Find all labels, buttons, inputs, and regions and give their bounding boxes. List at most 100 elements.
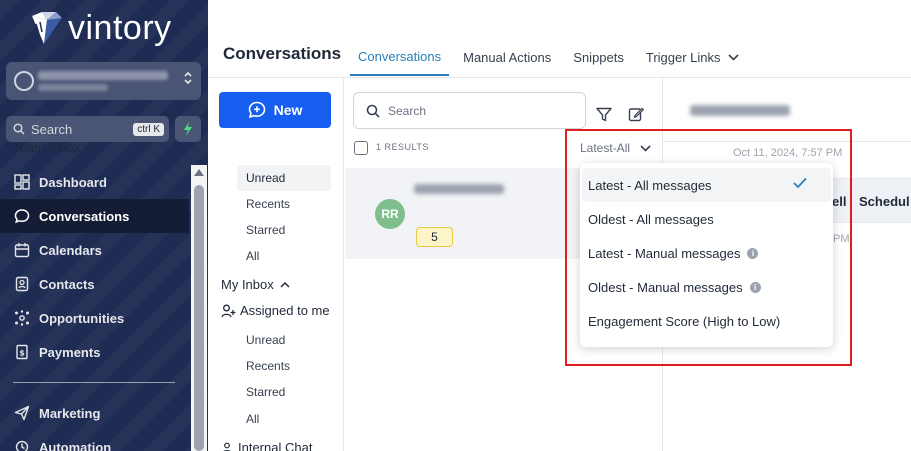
team-inbox-label: Team Inbox [13,140,81,155]
assigned-to-me-toggle[interactable]: Assigned to me [221,303,330,318]
inbox-item-label: All [246,249,260,263]
sidebar-divider [13,382,175,383]
sidebar-item-dashboard[interactable]: Dashboard [0,165,208,199]
scrollbar-thumb[interactable] [194,185,204,451]
inbox-item-label: Starred [246,385,286,399]
vintory-logo-icon [30,10,64,46]
chat-icon [13,207,31,225]
chevron-updown-icon [183,70,193,89]
sidebar-nav: Dashboard Conversations Calendars Contac… [0,165,208,369]
new-button-label: New [273,102,303,118]
conversation-search-input[interactable]: Search [353,92,586,129]
internal-chat-label: Internal Chat [238,440,313,451]
team-inbox-all[interactable]: All [237,243,331,269]
quick-actions-button[interactable] [175,116,201,142]
page-title: Conversations [223,44,342,63]
inbox-item-label: Recents [246,197,291,211]
tab-label: Manual Actions [463,49,552,65]
account-name-redacted [38,71,168,80]
inbox-item-label: Unread [246,171,286,185]
tab-label: Conversations [358,48,442,64]
send-icon [13,404,31,422]
detail-contact-name-redacted [690,105,790,116]
chevron-up-icon [86,144,96,151]
contacts-icon [13,275,31,293]
select-all-checkbox[interactable] [354,141,368,155]
sidebar-item-payments[interactable]: $ Payments [0,335,208,369]
payments-icon: $ [13,343,31,361]
inbox-item-label: All [246,412,260,426]
tab-label: Snippets [573,49,624,65]
tab-label: Trigger Links [645,49,721,65]
sidebar-item-label: Payments [39,344,101,360]
sidebar-search-label: Search [31,121,73,137]
logo[interactable]: vintory [30,8,172,48]
tab-trigger-links[interactable]: Trigger Links [638,38,747,76]
sidebar-item-label: Conversations [39,208,130,224]
sidebar-item-label: Calendars [39,242,102,258]
inbox-item-label: Starred [246,223,286,237]
internal-chat-toggle[interactable]: Internal Chat [221,440,312,451]
sidebar-item-label: Marketing [39,405,101,421]
sidebar-search[interactable]: Search ctrl K [6,116,169,142]
new-conversation-button[interactable]: New [219,92,331,128]
sidebar-scrollbar[interactable] [191,165,207,451]
team-inbox-toggle[interactable]: Team Inbox [13,140,96,155]
avatar: RR [375,199,405,229]
plus-chat-icon [248,101,266,119]
team-inbox-recents[interactable]: Recents [237,191,331,217]
lightning-icon [183,122,193,136]
sidebar-item-label: Dashboard [39,174,107,190]
filter-icon[interactable] [596,107,612,127]
location-pin-icon [14,71,34,91]
annotation-highlight-box [565,129,852,366]
automation-icon [13,438,31,451]
sidebar-item-label: Automation [39,439,112,451]
inbox-item-label: Recents [246,359,291,373]
search-icon [13,123,25,135]
sidebar-item-marketing[interactable]: Marketing [0,396,208,430]
search-placeholder: Search [388,103,427,118]
my-inbox-starred[interactable]: Starred [237,379,331,405]
calendar-icon [13,241,31,259]
sidebar-item-calendars[interactable]: Calendars [0,233,208,267]
tab-conversations[interactable]: Conversations [350,38,450,76]
account-address-redacted [38,84,108,91]
header-tabs: Conversations Manual Actions Snippets Tr… [350,38,753,76]
account-switcher[interactable] [6,62,201,100]
person-icon [221,442,233,451]
inbox-item-label: Unread [246,333,286,347]
tab-manual-actions[interactable]: Manual Actions [455,38,559,76]
sidebar-item-label: Opportunities [39,310,125,326]
chevron-up-icon [280,281,290,288]
sidebar-item-conversations[interactable]: Conversations [0,199,189,233]
action-label-schedule[interactable]: Schedul [859,194,910,209]
contact-name-redacted [414,184,504,194]
my-inbox-recents[interactable]: Recents [237,353,331,379]
my-inbox-unread[interactable]: Unread [237,327,331,353]
team-inbox-unread[interactable]: Unread [237,165,331,191]
scroll-up-arrow-icon[interactable] [194,169,204,176]
sidebar-item-contacts[interactable]: Contacts [0,267,208,301]
unread-count-badge: 5 [416,227,453,247]
sidebar-item-label: Contacts [39,276,95,292]
sidebar-item-opportunities[interactable]: Opportunities [0,301,208,335]
sidebar: vintory Search ctrl K Dashboard Conversa… [0,0,208,451]
my-inbox-label: My Inbox [221,277,274,292]
chevron-down-icon [727,53,739,61]
svg-text:$: $ [19,349,25,358]
team-inbox-starred[interactable]: Starred [237,217,331,243]
my-inbox-toggle[interactable]: My Inbox [221,277,290,292]
search-icon [366,104,380,118]
sidebar-nav-secondary: Marketing Automation [0,396,208,451]
compose-icon[interactable] [628,106,645,127]
keyboard-shortcut: ctrl K [133,122,164,136]
my-inbox-all[interactable]: All [237,406,331,432]
user-plus-icon [221,304,236,318]
opportunities-icon [13,309,31,327]
tab-snippets[interactable]: Snippets [565,38,632,76]
dashboard-icon [13,173,31,191]
assigned-label: Assigned to me [240,303,330,318]
results-count: 1 RESULTS [376,142,429,152]
sidebar-item-automation[interactable]: Automation [0,430,208,451]
